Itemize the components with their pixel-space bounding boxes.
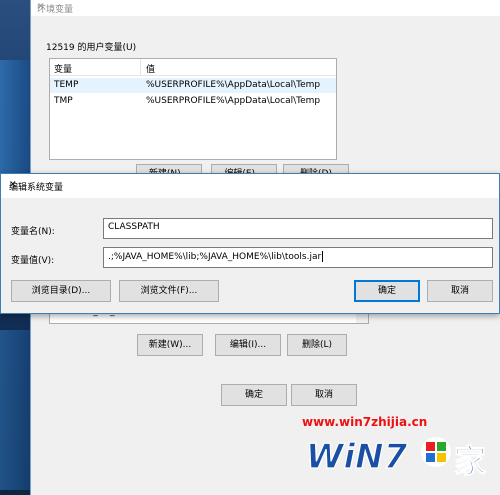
- system-new-button[interactable]: 新建(W)...: [137, 334, 203, 356]
- variable-name-label: 变量名(N):: [11, 227, 55, 237]
- user-variables-group-label: 12519 的用户变量(U): [46, 43, 137, 53]
- column-header-name[interactable]: 变量: [54, 62, 72, 75]
- watermark-logo-suffix: 家: [454, 442, 486, 480]
- list-item[interactable]: TMP %USERPROFILE%\AppData\Local\Temp: [50, 94, 336, 109]
- browse-directory-button[interactable]: 浏览目录(D)...: [11, 280, 111, 302]
- dialog-cancel-button[interactable]: 取消: [427, 280, 493, 302]
- windows-flag-icon: [421, 437, 451, 467]
- close-icon[interactable]: ✕: [9, 180, 491, 190]
- column-divider[interactable]: [140, 59, 141, 75]
- watermark-logo-text: WiN7: [306, 437, 408, 477]
- variable-value: %USERPROFILE%\AppData\Local\Temp: [146, 80, 321, 90]
- variable-value-field[interactable]: .;%JAVA_HOME%\lib;%JAVA_HOME%\lib\tools.…: [103, 247, 493, 268]
- text-caret: [322, 251, 324, 262]
- env-window-titlebar: 环境变量 ✕: [31, 0, 500, 16]
- dialog-titlebar: 编辑系统变量 ✕: [1, 174, 499, 198]
- close-icon[interactable]: ✕: [37, 2, 493, 12]
- dialog-ok-button[interactable]: 确定: [354, 280, 420, 302]
- env-cancel-button[interactable]: 取消: [291, 384, 357, 406]
- variable-name: TMP: [54, 96, 73, 106]
- list-item[interactable]: TEMP %USERPROFILE%\AppData\Local\Temp: [50, 78, 336, 93]
- list-header: 变量 值: [50, 59, 336, 76]
- watermark-url: www.win7zhijia.cn: [302, 415, 428, 429]
- variable-value-text: .;%JAVA_HOME%\lib;%JAVA_HOME%\lib\tools.…: [108, 252, 322, 262]
- column-header-value[interactable]: 值: [146, 62, 155, 75]
- variable-name: TEMP: [54, 80, 79, 90]
- user-variables-list[interactable]: 变量 值 TEMP %USERPROFILE%\AppData\Local\Te…: [49, 58, 337, 160]
- browse-file-button[interactable]: 浏览文件(F)...: [119, 280, 219, 302]
- edit-system-variable-dialog: 编辑系统变量 ✕ 变量名(N): CLASSPATH 变量值(V): .;%JA…: [0, 173, 500, 314]
- variable-value-label: 变量值(V):: [11, 256, 55, 266]
- system-edit-button[interactable]: 编辑(I)...: [215, 334, 281, 356]
- env-ok-button[interactable]: 确定: [221, 384, 287, 406]
- win7-logo-icon: WiN7 家: [305, 436, 486, 480]
- variable-name-value: CLASSPATH: [108, 222, 160, 232]
- wallpaper-light-streak: [0, 330, 30, 490]
- variable-name-field[interactable]: CLASSPATH: [103, 218, 493, 239]
- system-delete-button[interactable]: 删除(L): [287, 334, 347, 356]
- variable-value: %USERPROFILE%\AppData\Local\Temp: [146, 96, 321, 106]
- wallpaper-light-streak: [0, 60, 30, 180]
